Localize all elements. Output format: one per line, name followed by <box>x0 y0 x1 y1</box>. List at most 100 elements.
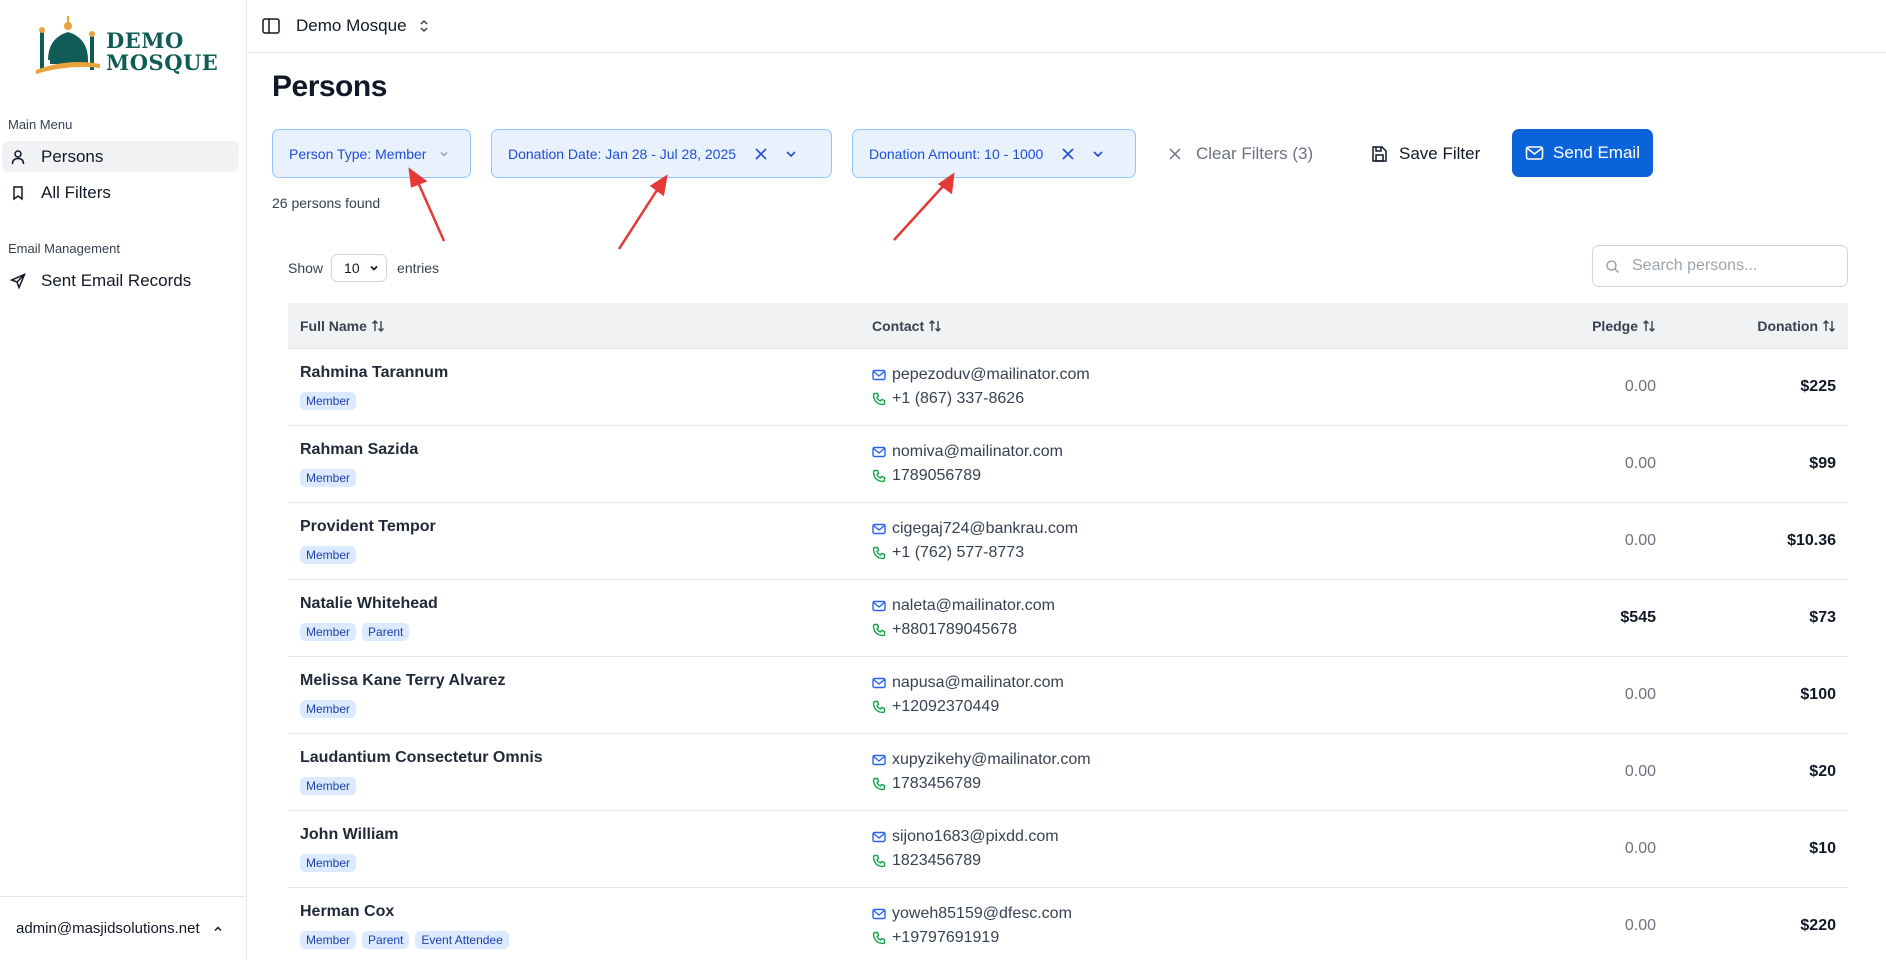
chevron-down-icon <box>438 148 450 160</box>
sidebar-item-all-filters[interactable]: All Filters <box>2 177 239 208</box>
column-label: Pledge <box>1592 317 1638 334</box>
person-name[interactable]: Rahmina Tarannum <box>300 364 872 384</box>
contact-phone[interactable]: 1823456789 <box>872 849 1456 873</box>
contact-phone[interactable]: 1789056789 <box>872 464 1456 488</box>
person-name[interactable]: Provident Tempor <box>300 518 872 538</box>
entries-value: 10 <box>344 260 360 276</box>
annotation-arrow <box>893 172 955 241</box>
sidebar-item-sent-email-records[interactable]: Sent Email Records <box>2 265 239 296</box>
person-name[interactable]: John William <box>300 826 872 846</box>
entries-select[interactable]: 10 <box>331 254 388 282</box>
contact-phone[interactable]: +8801789045678 <box>872 618 1456 642</box>
table-row[interactable]: Herman Cox Member Parent Event Attendee yo… <box>288 888 1848 960</box>
contact-phone[interactable]: +19797691919 <box>872 926 1456 950</box>
column-label: Full Name <box>300 317 367 334</box>
cell-contact: naleta@mailinator.com +8801789045678 <box>872 594 1456 642</box>
cell-contact: cigegaj724@bankrau.com +1 (762) 577-8773 <box>872 517 1456 565</box>
chevron-down-icon[interactable] <box>784 147 798 161</box>
contact-phone[interactable]: 1783456789 <box>872 772 1456 796</box>
cell-donation: $220 <box>1800 917 1836 934</box>
contact-email[interactable]: xupyzikehy@mailinator.com <box>872 748 1456 772</box>
person-tags: Member Parent <box>300 623 872 641</box>
person-name[interactable]: Natalie Whitehead <box>300 595 872 615</box>
contact-email[interactable]: nomiva@mailinator.com <box>872 440 1456 464</box>
email-text: sijono1683@pixdd.com <box>892 828 1059 845</box>
email-text: nomiva@mailinator.com <box>892 443 1063 460</box>
email-text: cigegaj724@bankrau.com <box>892 520 1079 537</box>
email-text: pepezoduv@mailinator.com <box>892 366 1090 383</box>
contact-email[interactable]: sijono1683@pixdd.com <box>872 825 1456 849</box>
filter-donation-amount[interactable]: Donation Amount: 10 - 1000 <box>852 129 1136 178</box>
person-name[interactable]: Laudantium Consectetur Omnis <box>300 749 872 769</box>
contact-phone[interactable]: +1 (762) 577-8773 <box>872 541 1456 565</box>
sidebar-toggle-icon[interactable] <box>261 16 281 36</box>
person-type-badge: Member <box>300 469 357 487</box>
cell-pledge: 0.00 <box>1624 532 1656 549</box>
table-row[interactable]: Laudantium Consectetur Omnis Member xupy… <box>288 734 1848 811</box>
send-email-button[interactable]: Send Email <box>1512 129 1653 177</box>
table-row[interactable]: Natalie Whitehead Member Parent naleta@ma… <box>288 580 1848 657</box>
cell-pledge: 0.00 <box>1624 840 1656 857</box>
column-header-pledge[interactable]: Pledge <box>1456 318 1656 334</box>
mail-icon <box>872 677 886 689</box>
cell-pledge: 0.00 <box>1624 455 1656 472</box>
table-row[interactable]: Rahmina Tarannum Member pepezoduv@mailin… <box>288 349 1848 426</box>
search-input[interactable]: Search persons... <box>1592 245 1848 287</box>
contact-email[interactable]: napusa@mailinator.com <box>872 671 1456 695</box>
save-filter-button[interactable]: Save Filter <box>1370 129 1480 178</box>
table-row[interactable]: Rahman Sazida Member nomiva@mailinator.c… <box>288 426 1848 503</box>
contact-phone[interactable]: +12092370449 <box>872 695 1456 719</box>
sort-icon <box>1642 319 1656 333</box>
topbar: Demo Mosque <box>247 0 1886 53</box>
cell-full-name: Natalie Whitehead Member Parent <box>288 595 872 641</box>
chevron-down-icon <box>368 262 380 274</box>
contact-email[interactable]: yoweh85159@dfesc.com <box>872 902 1456 926</box>
persons-table: Full Name Contact Pledge Donation Rahmin… <box>288 303 1848 960</box>
contact-email[interactable]: cigegaj724@bankrau.com <box>872 517 1456 541</box>
sidebar-item-persons[interactable]: Persons <box>2 141 239 172</box>
phone-text: +1 (762) 577-8773 <box>892 544 1025 561</box>
send-icon <box>10 272 26 289</box>
org-name[interactable]: Demo Mosque <box>296 16 407 36</box>
phone-icon <box>872 469 886 483</box>
chevrons-up-down-icon[interactable] <box>417 18 431 34</box>
email-text: xupyzikehy@mailinator.com <box>892 751 1091 768</box>
clear-filter-icon[interactable] <box>754 147 768 161</box>
phone-text: +8801789045678 <box>892 621 1018 638</box>
person-name[interactable]: Herman Cox <box>300 903 872 923</box>
cell-full-name: Rahmina Tarannum Member <box>288 364 872 410</box>
person-type-badge: Member <box>300 623 357 641</box>
column-header-donation[interactable]: Donation <box>1656 318 1848 334</box>
table-row[interactable]: Melissa Kane Terry Alvarez Member napusa… <box>288 657 1848 734</box>
column-header-contact[interactable]: Contact <box>872 318 1456 334</box>
cell-donation: $225 <box>1800 378 1836 395</box>
table-row[interactable]: Provident Tempor Member cigegaj724@bankr… <box>288 503 1848 580</box>
mail-icon <box>872 523 886 535</box>
mail-icon <box>872 446 886 458</box>
cell-donation: $20 <box>1809 763 1836 780</box>
cell-full-name: Laudantium Consectetur Omnis Member <box>288 749 872 795</box>
table-row[interactable]: John William Member sijono1683@pixdd.com… <box>288 811 1848 888</box>
person-tags: Member <box>300 777 872 795</box>
filter-donation-date[interactable]: Donation Date: Jan 28 - Jul 28, 2025 <box>491 129 832 178</box>
annotation-arrow <box>408 167 446 242</box>
filter-person-type[interactable]: Person Type: Member <box>272 129 471 178</box>
clear-filters-button[interactable]: Clear Filters (3) <box>1168 129 1313 178</box>
cell-full-name: Rahman Sazida Member <box>288 441 872 487</box>
column-header-full-name[interactable]: Full Name <box>288 318 872 334</box>
person-name[interactable]: Melissa Kane Terry Alvarez <box>300 672 872 692</box>
sort-icon <box>371 319 385 333</box>
filter-label: Donation Date: Jan 28 - Jul 28, 2025 <box>508 145 737 162</box>
contact-email[interactable]: pepezoduv@mailinator.com <box>872 363 1456 387</box>
contact-phone[interactable]: +1 (867) 337-8626 <box>872 387 1456 411</box>
chevron-down-icon[interactable] <box>1091 147 1105 161</box>
contact-email[interactable]: naleta@mailinator.com <box>872 594 1456 618</box>
person-type-badge: Member <box>300 931 357 949</box>
persons-table-card: Show 10 entries Search persons... Full N… <box>272 236 1860 960</box>
clear-filter-icon[interactable] <box>1061 147 1075 161</box>
person-name[interactable]: Rahman Sazida <box>300 441 872 461</box>
mail-icon <box>872 369 886 381</box>
phone-text: +1 (867) 337-8626 <box>892 390 1025 407</box>
user-menu[interactable]: admin@masjidsolutions.net <box>0 896 246 960</box>
phone-text: +19797691919 <box>892 929 1000 946</box>
